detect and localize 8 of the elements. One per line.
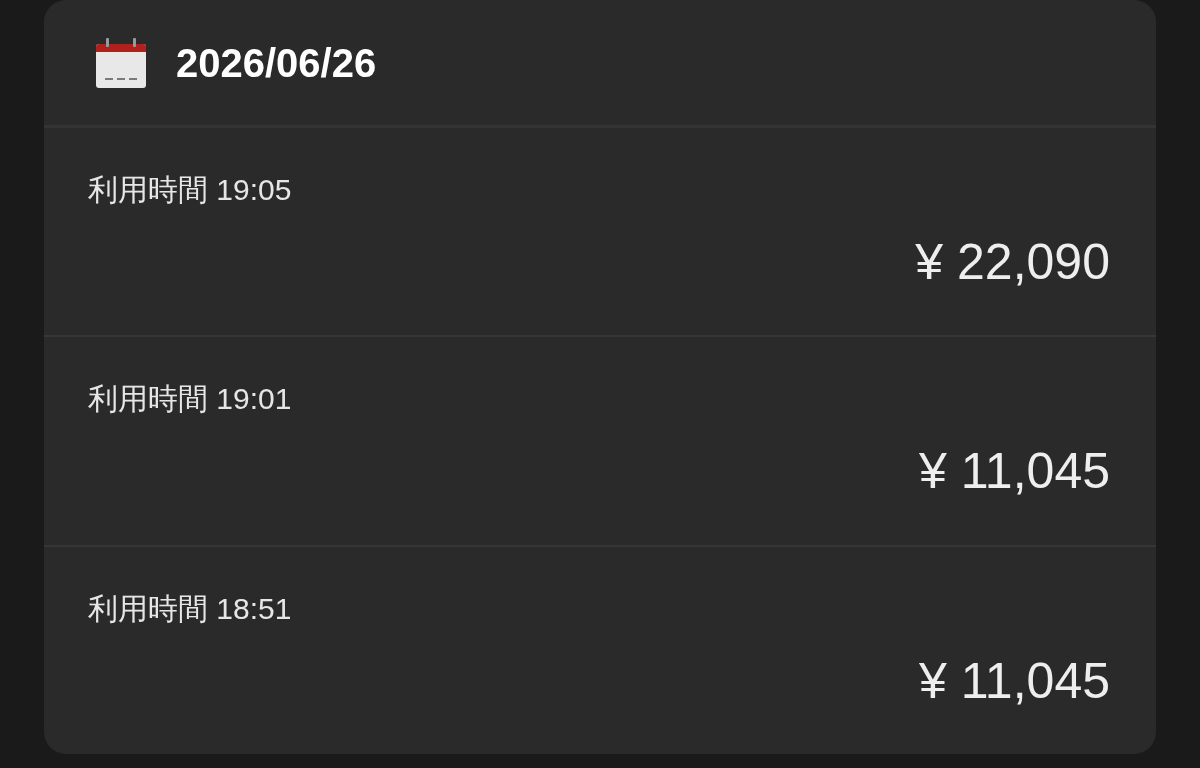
- amount: ¥ 11,045: [919, 652, 1110, 709]
- usage-time: 利用時間 18:51: [88, 590, 292, 627]
- amount: ¥ 22,090: [915, 234, 1110, 290]
- usage-time: 利用時間 19:05: [88, 172, 292, 208]
- usage-time: 利用時間 19:01: [88, 381, 292, 418]
- amount: ¥ 11,045: [919, 443, 1110, 500]
- calendar-icon: [96, 37, 146, 88]
- date-heading: 2026/06/26: [176, 42, 377, 83]
